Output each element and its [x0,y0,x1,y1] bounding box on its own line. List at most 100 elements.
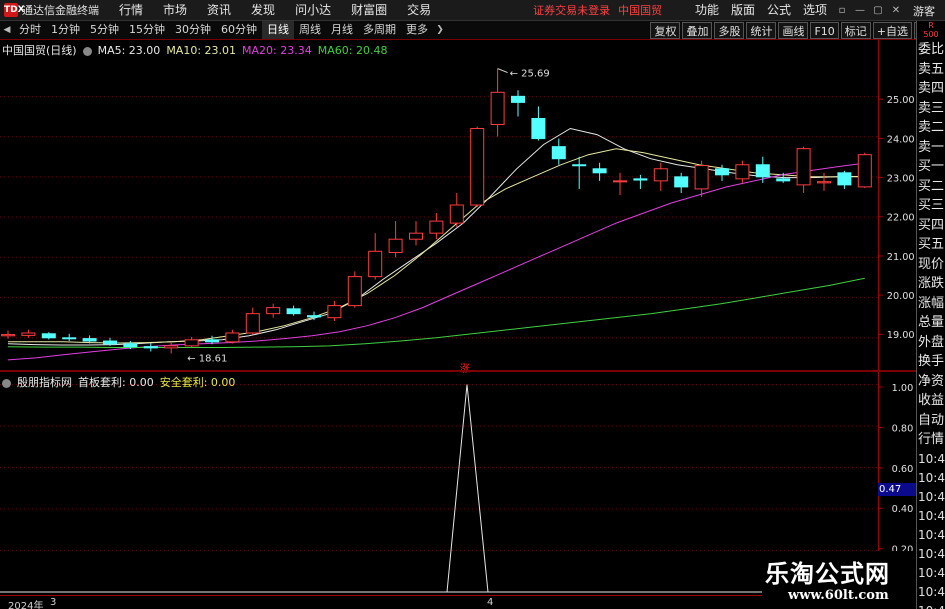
add-watchlist-button[interactable]: +自选 [872,22,912,39]
candle-body-up [735,164,750,180]
maximize-icon[interactable]: ▢ [869,5,887,16]
side-label[interactable]: 总量 [917,313,945,333]
side-label[interactable]: 换手 [917,352,945,372]
period-tab-monthly[interactable]: 月线 [326,21,358,39]
side-label[interactable]: 外盘 [917,333,945,353]
guest-label[interactable]: 游客 [913,3,935,19]
side-time: 10:45 [918,489,945,504]
side-label[interactable]: 买一 [917,157,945,177]
menu-item-function[interactable]: 功能 [689,0,725,21]
login-notice[interactable]: 证券交易未登录 [533,2,610,18]
side-label[interactable]: 卖四 [917,79,945,99]
menu-item-layout[interactable]: 版面 [725,0,761,21]
side-label[interactable]: 买五 [917,235,945,255]
indicator-settings-icon[interactable] [2,378,11,388]
indicator-chart[interactable] [0,372,878,594]
side-label[interactable]: 买四 [917,216,945,236]
side-label[interactable]: 买二 [917,177,945,197]
period-tab-weekly[interactable]: 周线 [294,21,326,39]
side-label[interactable]: 涨跌 [917,274,945,294]
menu-item-news[interactable]: 资讯 [197,0,241,21]
period-tab-15min[interactable]: 15分钟 [124,21,170,39]
menu-item-wealth[interactable]: 财富圈 [341,0,397,21]
period-tab-daily[interactable]: 日线 [262,21,294,39]
period-tab-1min[interactable]: 1分钟 [46,21,85,39]
side-label[interactable]: 买三 [917,196,945,216]
menu-item-market[interactable]: 市场 [153,0,197,21]
ma20-label: MA20: 23.34 [242,43,312,57]
side-label[interactable]: 卖五 [917,60,945,80]
multi-stock-button[interactable]: 多股 [714,22,745,39]
candle-body-down [143,346,158,349]
candle-body-up [368,250,383,278]
adjust-button[interactable]: 复权 [650,22,681,39]
candle-body-up [694,165,709,190]
period-tab-intraday[interactable]: 分时 [14,21,46,39]
indicator-tick-label: 0.80 [892,423,914,434]
notice-stock-name: 中国国贸 [618,4,663,17]
minimize-icon[interactable]: — [851,5,869,16]
candle-body-down [674,176,689,188]
candle-body-up [388,238,403,253]
side-label[interactable]: 行情 [917,430,945,450]
statistics-button[interactable]: 统计 [746,22,777,39]
f10-button[interactable]: F10 [810,22,839,39]
side-label[interactable]: 卖二 [917,118,945,138]
restore-icon[interactable]: ▫ [833,5,851,16]
side-label[interactable]: 自动 [917,411,945,431]
period-tab-60min[interactable]: 60分钟 [216,21,262,39]
side-label[interactable]: 涨幅 [917,294,945,314]
indicator-name: 殷朋指标网 [17,376,72,389]
menu-item-formula[interactable]: 公式 [761,0,797,21]
menu-item-discover[interactable]: 发现 [241,0,285,21]
price-tick-label: 21.00 [887,252,915,263]
indicator-cursor-value: 0.47 [878,483,916,496]
menu-item-ask[interactable]: 问小达 [285,0,341,21]
overlay-button[interactable]: 叠加 [682,22,713,39]
period-tab-5min[interactable]: 5分钟 [85,21,124,39]
candle-body-up [817,181,831,184]
side-labels: 委比 卖五 卖四 卖三 卖二 卖一 买一 买二 买三 买四 买五 现价 涨跌 涨幅 总量 外盘 换手 净资 收益 自动… [917,40,945,450]
side-label[interactable]: 收益 [917,391,945,411]
side-label[interactable]: 委比 [917,40,945,60]
menu-bar: TDX 通达信金融终端 行情 市场 资讯 发现 问小达 财富圈 交易 证券交易未… [0,0,945,21]
candle-body-up [429,220,444,234]
indicator-tick-label: 1.00 [892,383,914,394]
menu-item-trade[interactable]: 交易 [397,0,441,21]
candle-body-down [123,343,138,348]
menu-item-quotes[interactable]: 行情 [109,0,153,21]
candle-body-up [796,148,811,186]
candle-body-down [286,308,301,315]
price-tick-label: 25.00 [887,95,915,106]
price-tick-label: 24.00 [887,134,915,145]
safe-arbitrage-label: 安全套利: 0.00 [159,376,236,389]
candle-body-down [633,178,648,181]
candle-body-up [613,180,627,183]
period-toolbar: ◀ 分时 1分钟 5分钟 15分钟 30分钟 60分钟 日线 周线 月线 多周期… [0,21,945,40]
side-label[interactable]: 现价 [917,255,945,275]
side-times: 10:44 10:44 10:45 10:45 10:45 10:45 10:45 10:45… [917,450,945,609]
draw-line-button[interactable]: 画线 [778,22,809,39]
candlestick-chart[interactable]: ← 25.69 ← 18.61 [0,40,878,370]
quote-side-panel: 委比 卖五 卖四 卖三 卖二 卖一 买一 买二 买三 买四 买五 现价 涨跌 涨幅 总量 外盘 换手 净资 收益 自动… [916,40,945,609]
period-tab-more[interactable]: 更多 [401,21,433,39]
year-label: 2024年 [8,601,44,609]
period-tab-multi[interactable]: 多周期 [358,21,401,39]
ma-line-ma20 [7,162,865,361]
indicator-spike-line [446,384,489,593]
more-arrow-icon[interactable]: ❯ [433,25,447,35]
price-tick-label: 19.00 [887,330,915,341]
side-label[interactable]: 净资 [917,372,945,392]
menu-item-options[interactable]: 选项 [797,0,833,21]
period-tab-30min[interactable]: 30分钟 [170,21,216,39]
candle-body-down [755,164,770,178]
mark-button[interactable]: 标记 [840,22,871,39]
side-label[interactable]: 卖一 [917,138,945,158]
candle-body-down [62,337,77,340]
indicator-header: 殷朋指标网 首板套利: 0.00 安全套利: 0.00 [2,374,241,390]
candle-body-up [245,313,260,334]
settings-circle-icon[interactable] [82,46,92,56]
toolbar-left-arrow-icon[interactable]: ◀ [0,25,14,35]
close-icon[interactable]: ✕ [887,5,905,16]
side-label[interactable]: 卖三 [917,99,945,119]
